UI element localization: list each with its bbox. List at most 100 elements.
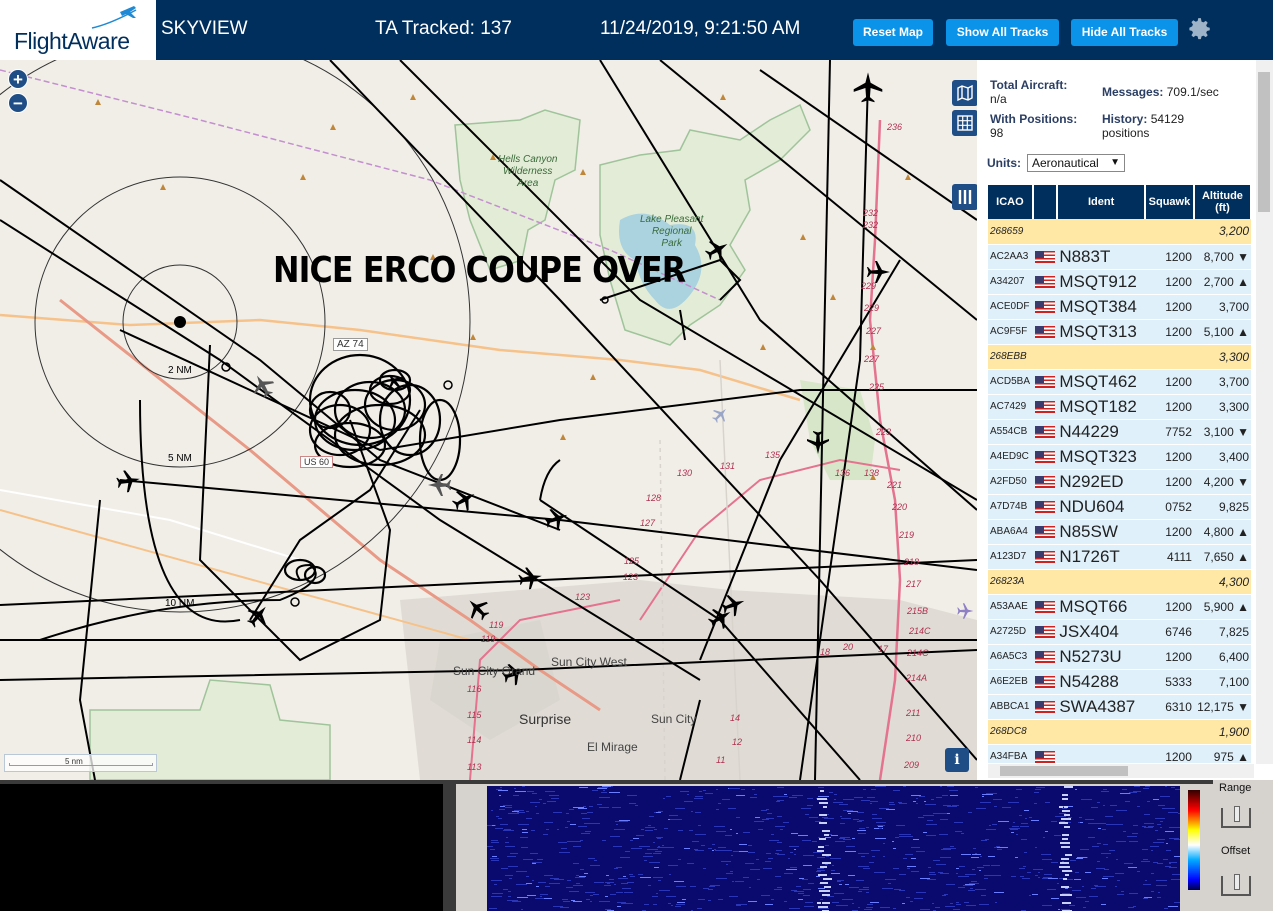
table-row[interactable]: A123D7 N1726T 4111 7,650 ▲: [988, 544, 1251, 570]
table-row[interactable]: AC2AA3 N883T 1200 8,700 ▼: [988, 244, 1251, 270]
city-label: Sun City West: [551, 655, 627, 669]
table-row[interactable]: A554CB N44229 7752 3,100 ▼: [988, 419, 1251, 445]
milepost-label: 131: [720, 461, 736, 471]
milepost-label: 138: [864, 468, 880, 478]
aircraft-icon[interactable]: [382, 368, 408, 395]
squawk-cell: [1144, 719, 1194, 745]
table-row[interactable]: 268659 3,200: [988, 219, 1251, 245]
altitude-cell: 3,300: [1193, 344, 1251, 370]
table-row[interactable]: ACE0DF MSQT384 1200 3,700: [988, 294, 1251, 320]
col-flag[interactable]: [1032, 185, 1059, 219]
zoom-out-button[interactable]: −: [8, 93, 28, 113]
panel-scrollbar[interactable]: [1256, 60, 1273, 764]
bottom-area: Range Offset: [0, 780, 1273, 911]
milepost-label: 223: [876, 427, 892, 437]
aircraft-icon[interactable]: [709, 403, 732, 426]
ident-cell: MSQT384: [1057, 294, 1145, 320]
color-scale: [1188, 790, 1200, 890]
table-row[interactable]: A34FBA 1200 975 ▲: [988, 744, 1251, 763]
table-row[interactable]: A34207 MSQT912 1200 2,700 ▲: [988, 269, 1251, 295]
col-altitude[interactable]: Altitude (ft): [1193, 185, 1252, 219]
ident-cell: MSQT66: [1057, 594, 1145, 620]
col-icao[interactable]: ICAO: [988, 185, 1034, 219]
table-row[interactable]: A7D74B NDU604 0752 9,825: [988, 494, 1251, 520]
map-view[interactable]: Hells Canyon Wilderness Area Lake Pleasant…: [0, 60, 977, 780]
milepost-label: 125: [624, 556, 640, 566]
aircraft-icon[interactable]: [242, 599, 275, 632]
ident-cell: N5273U: [1057, 644, 1145, 670]
reset-map-button[interactable]: Reset Map: [853, 19, 933, 46]
us-flag-icon: [1034, 601, 1055, 614]
aircraft-icon[interactable]: [541, 504, 572, 534]
flag-cell: [1032, 394, 1058, 420]
squawk-cell: 7752: [1144, 419, 1194, 445]
altitude-cell: 4,300: [1193, 569, 1251, 595]
us-flag-icon: [1034, 751, 1055, 763]
table-row[interactable]: ABBCA1 SWA4387 6310 12,175 ▼: [988, 694, 1251, 720]
squawk-cell: 1200: [1144, 444, 1194, 470]
table-row[interactable]: ACD5BA MSQT462 1200 3,700: [988, 369, 1251, 395]
table-row[interactable]: A6E2EB N54288 5333 7,100: [988, 669, 1251, 695]
squawk-cell: 1200: [1144, 319, 1194, 345]
gear-icon[interactable]: [1187, 16, 1213, 42]
table-row[interactable]: AC7429 MSQT182 1200 3,300: [988, 394, 1251, 420]
aircraft-icon[interactable]: [428, 474, 451, 496]
table-row[interactable]: A2FD50 N292ED 1200 4,200 ▼: [988, 469, 1251, 495]
table-row[interactable]: ABA6A4 N85SW 1200 4,800 ▲: [988, 519, 1251, 545]
squawk-cell: [1144, 569, 1194, 595]
map-grid-button[interactable]: [952, 110, 977, 136]
table-row[interactable]: A2725D JSX404 6746 7,825: [988, 619, 1251, 645]
panel-hscrollbar[interactable]: [988, 764, 1254, 778]
icao-cell: A554CB: [988, 419, 1033, 445]
aircraft-icon[interactable]: [957, 603, 974, 619]
aircraft-icon[interactable]: [115, 468, 142, 494]
milepost-label: 236: [887, 122, 903, 132]
aircraft-icon[interactable]: [517, 565, 544, 591]
col-ident[interactable]: Ident: [1057, 185, 1146, 219]
aircraft-icon[interactable]: [247, 370, 279, 402]
table-row[interactable]: AC9F5F MSQT313 1200 5,100 ▲: [988, 319, 1251, 345]
milepost-label: 135: [765, 450, 781, 460]
aircraft-icon[interactable]: [867, 261, 890, 283]
icao-cell: A2FD50: [988, 469, 1033, 495]
zoom-in-button[interactable]: +: [8, 69, 28, 89]
milepost-label: 210: [906, 733, 922, 743]
units-select[interactable]: Aeronautical ▼: [1027, 154, 1125, 172]
aircraft-icon[interactable]: [853, 72, 883, 103]
aircraft-icon[interactable]: [448, 484, 480, 516]
us-flag-icon: [1034, 551, 1055, 564]
ident-cell: N883T: [1057, 244, 1145, 270]
milepost-label: 119: [481, 634, 496, 644]
milepost-label: 215B: [907, 606, 929, 616]
offset-slider[interactable]: [1221, 874, 1251, 896]
flag-cell: [1032, 744, 1058, 763]
col-squawk[interactable]: Squawk: [1144, 185, 1195, 219]
table-row[interactable]: A53AAE MSQT66 1200 5,900 ▲: [988, 594, 1251, 620]
altitude-cell: 3,300: [1193, 394, 1251, 420]
icao-cell: ABBCA1: [988, 694, 1033, 720]
flightaware-logo[interactable]: FlightAware: [0, 0, 156, 60]
us-flag-icon: [1034, 301, 1055, 314]
aircraft-icon[interactable]: [807, 431, 829, 454]
aircraft-icon[interactable]: [701, 234, 733, 266]
range-slider[interactable]: [1221, 806, 1251, 828]
map-layers-button[interactable]: [952, 80, 977, 106]
ident-cell: MSQT323: [1057, 444, 1145, 470]
flag-cell: [1032, 444, 1058, 470]
milepost-label: 136: [835, 468, 851, 478]
squawk-cell: 1200: [1144, 644, 1194, 670]
hide-all-tracks-button[interactable]: Hide All Tracks: [1071, 19, 1178, 46]
table-row[interactable]: 268EBB 3,300: [988, 344, 1251, 370]
info-button[interactable]: i: [945, 748, 969, 772]
milepost-label: 123: [623, 572, 639, 582]
panel-toggle-button[interactable]: [952, 184, 977, 210]
flag-cell: [1032, 294, 1058, 320]
table-row[interactable]: A4ED9C MSQT323 1200 3,400: [988, 444, 1251, 470]
table-row[interactable]: A6A5C3 N5273U 1200 6,400: [988, 644, 1251, 670]
us-flag-icon: [1034, 326, 1055, 339]
city-label: Sun City Grand: [453, 664, 536, 678]
show-all-tracks-button[interactable]: Show All Tracks: [946, 19, 1059, 46]
table-row[interactable]: 26823A 4,300: [988, 569, 1251, 595]
road-label-us60: US 60: [300, 456, 334, 468]
table-row[interactable]: 268DC8 1,900: [988, 719, 1251, 745]
